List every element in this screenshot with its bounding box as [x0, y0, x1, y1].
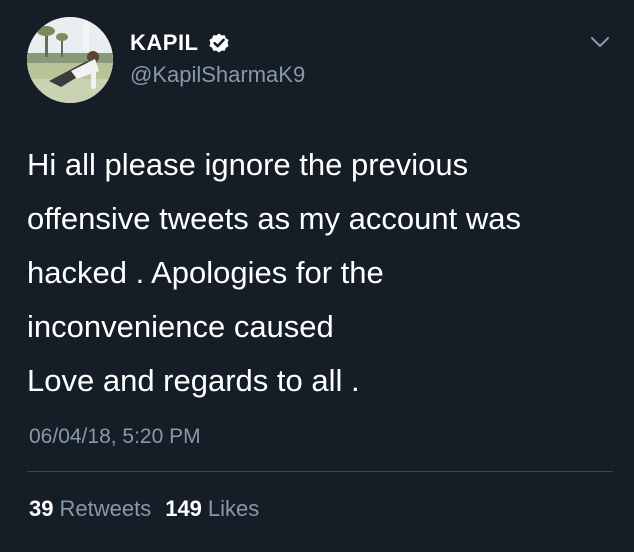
retweets-stat[interactable]: 39 Retweets [29, 496, 151, 522]
retweets-count: 39 [29, 496, 54, 521]
tweet-text-line: Love and regards to all . [27, 363, 360, 398]
tweet-text-line: Hi all please ignore the previous [27, 147, 469, 182]
user-handle[interactable]: @KapilSharmaK9 [130, 62, 305, 88]
name-row: KAPIL [130, 30, 231, 56]
tweet-card: KAPIL @KapilSharmaK9 Hi all please ignor… [0, 0, 634, 552]
profile-photo [27, 17, 113, 103]
tweet-text-line: inconvenience caused [27, 309, 334, 344]
tweet-stats: 39 Retweets 149 Likes [29, 496, 273, 522]
likes-label: Likes [207, 496, 260, 521]
tweet-text: Hi all please ignore the previous offens… [27, 138, 622, 408]
likes-count: 149 [165, 496, 202, 521]
avatar[interactable] [27, 17, 113, 103]
divider [27, 471, 613, 472]
tweet-text-line: offensive tweets as my account was [27, 201, 521, 236]
tweet-timestamp[interactable]: 06/04/18, 5:20 PM [29, 424, 201, 450]
verified-badge-icon [207, 31, 231, 55]
likes-stat[interactable]: 149 Likes [165, 496, 259, 522]
chevron-down-icon[interactable] [589, 34, 611, 50]
display-name[interactable]: KAPIL [130, 30, 199, 56]
tweet-text-line: hacked . Apologies for the [27, 255, 384, 290]
retweets-label: Retweets [59, 496, 152, 521]
